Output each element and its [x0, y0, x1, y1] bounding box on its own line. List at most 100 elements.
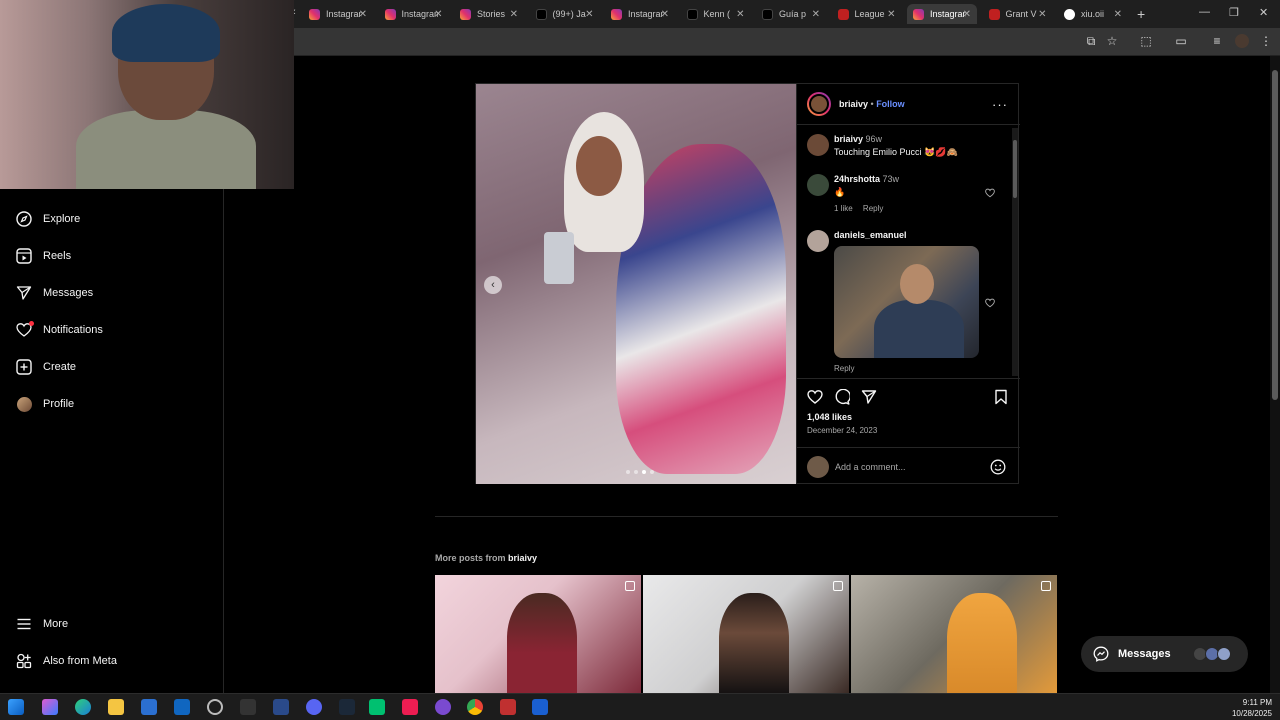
copilot-icon[interactable] — [42, 699, 58, 715]
emoji-icon[interactable] — [990, 459, 1006, 475]
media-control-icon[interactable]: ≡ — [1210, 34, 1224, 48]
more-post-thumbnail[interactable] — [435, 575, 641, 693]
like-icon[interactable] — [807, 389, 823, 405]
avatar[interactable] — [807, 230, 829, 252]
comment-username[interactable]: daniels_emanuel — [834, 230, 907, 240]
browser-tab[interactable]: Kenn (✕ — [681, 4, 751, 24]
close-tab-icon[interactable]: ✕ — [887, 9, 895, 20]
hamburger-menu-icon — [16, 616, 32, 632]
screenshot-icon[interactable]: ⧉ — [1084, 34, 1098, 48]
browser-tab[interactable]: Stories ✕ — [454, 4, 524, 24]
close-tab-icon[interactable]: ✕ — [736, 9, 744, 20]
comments-list: briaivy 96w Touching Emilio Pucci 😻💋🙈 24… — [797, 126, 1020, 378]
avatar[interactable] — [807, 174, 829, 196]
browser-tab-title: Instagram — [628, 9, 664, 19]
close-tab-icon[interactable]: ✕ — [661, 9, 669, 20]
comment-like-icon[interactable] — [985, 188, 995, 198]
nav-also-from-meta[interactable]: Also from Meta — [16, 653, 117, 669]
close-window-icon[interactable]: ✕ — [1259, 6, 1268, 19]
chrome-icon[interactable] — [467, 699, 483, 715]
browser-tab[interactable]: xiu.oii ✕ — [1058, 4, 1128, 24]
close-tab-icon[interactable]: ✕ — [963, 9, 971, 20]
nav-profile[interactable]: Profile — [16, 396, 74, 412]
comment-icon[interactable] — [834, 389, 850, 405]
comment-input[interactable] — [835, 458, 985, 476]
comment-like-icon[interactable] — [985, 298, 995, 308]
nav-messages[interactable]: Messages — [16, 285, 93, 301]
comment-reply-button[interactable]: Reply — [863, 204, 883, 213]
author-username[interactable]: briaivy — [839, 99, 868, 109]
meta-apps-icon — [16, 653, 32, 669]
nav-more[interactable]: More — [16, 616, 68, 632]
messages-pill-label: Messages — [1118, 648, 1171, 660]
system-clock[interactable]: 9:11 PM 10/28/2025 — [1232, 697, 1272, 719]
clock-time: 9:11 PM — [1242, 698, 1272, 707]
browser-tab[interactable]: League ✕ — [832, 4, 902, 24]
more-post-thumbnail[interactable] — [643, 575, 849, 693]
previous-photo-button[interactable]: ‹ — [484, 276, 502, 294]
comments-scrollbar[interactable] — [1012, 128, 1018, 376]
extensions-icon[interactable]: ⬚ — [1139, 34, 1153, 48]
more-posts-username[interactable]: briaivy — [508, 553, 537, 563]
close-tab-icon[interactable]: ✕ — [1114, 9, 1122, 20]
discord-icon[interactable] — [306, 699, 322, 715]
nav-reels[interactable]: Reels — [16, 248, 71, 264]
system-app-icon[interactable] — [207, 699, 223, 715]
browser-tab[interactable]: Instagram✕ — [907, 4, 977, 24]
browser-tab[interactable]: Grant V ✕ — [983, 4, 1053, 24]
comment-like-count[interactable]: 1 like — [834, 204, 853, 213]
close-tab-icon[interactable]: ✕ — [585, 9, 593, 20]
browser-tab[interactable]: (99+) Ja ✕ — [530, 4, 600, 24]
browser-tab[interactable]: Instagram✕ — [379, 4, 449, 24]
start-menu-icon[interactable] — [8, 699, 24, 715]
reels-icon — [16, 248, 32, 264]
save-bookmark-icon[interactable] — [993, 389, 1009, 405]
more-post-thumbnail[interactable] — [851, 575, 1057, 693]
like-count[interactable]: 1,048 likes — [807, 412, 852, 422]
new-tab-button[interactable]: + — [1137, 6, 1145, 22]
comment-username[interactable]: 24hrshotta — [834, 174, 880, 184]
tiktok-app-icon[interactable] — [402, 699, 418, 715]
browser-tab[interactable]: Instagram✕ — [303, 4, 373, 24]
edge-icon[interactable] — [75, 699, 91, 715]
steam-icon[interactable] — [339, 699, 355, 715]
comment-time: 73w — [882, 174, 900, 184]
app-icon[interactable] — [273, 699, 289, 715]
epic-games-icon[interactable] — [240, 699, 256, 715]
nav-notifications[interactable]: Notifications — [16, 321, 103, 338]
close-tab-icon[interactable]: ✕ — [1038, 9, 1046, 20]
close-tab-icon[interactable]: ✕ — [434, 9, 442, 20]
file-explorer-icon[interactable] — [108, 699, 124, 715]
page-scrollbar[interactable] — [1270, 56, 1280, 693]
browser-menu-icon[interactable]: ⋮ — [1259, 34, 1273, 48]
restore-icon[interactable]: ❐ — [1229, 6, 1239, 19]
messages-floating-button[interactable]: Messages — [1081, 636, 1248, 672]
outlook-icon[interactable] — [174, 699, 190, 715]
comment-gif[interactable] — [834, 246, 979, 358]
browser-tab[interactable]: Guía p ✕ — [756, 4, 826, 24]
avatar[interactable] — [807, 134, 829, 156]
nav-create[interactable]: Create — [16, 359, 76, 375]
author-avatar[interactable] — [807, 92, 831, 116]
split-view-icon[interactable]: ▭ — [1174, 34, 1188, 48]
close-tab-icon[interactable]: ✕ — [812, 9, 820, 20]
comment-reply-button[interactable]: Reply — [834, 364, 854, 373]
store-icon[interactable] — [141, 699, 157, 715]
app-icon[interactable] — [435, 699, 451, 715]
nav-explore[interactable]: Explore — [16, 211, 80, 227]
minimize-icon[interactable]: — — [1199, 6, 1210, 18]
app-icon[interactable] — [369, 699, 385, 715]
app-icon[interactable] — [500, 699, 516, 715]
more-options-icon[interactable]: ··· — [992, 97, 1008, 112]
share-icon[interactable] — [861, 389, 877, 405]
bookmark-star-icon[interactable]: ☆ — [1105, 34, 1119, 48]
close-tab-icon[interactable]: ✕ — [510, 9, 518, 20]
app-icon[interactable] — [532, 699, 548, 715]
caption-username[interactable]: briaivy — [834, 134, 863, 144]
profile-avatar-icon[interactable] — [1235, 34, 1249, 48]
post-photo[interactable]: ‹ — [476, 84, 796, 484]
browser-tab[interactable]: Instagram✕ — [605, 4, 675, 24]
follow-button[interactable]: Follow — [876, 99, 905, 109]
caption-text: Touching Emilio Pucci 😻💋🙈 — [834, 147, 958, 157]
close-tab-icon[interactable]: ✕ — [359, 9, 367, 20]
